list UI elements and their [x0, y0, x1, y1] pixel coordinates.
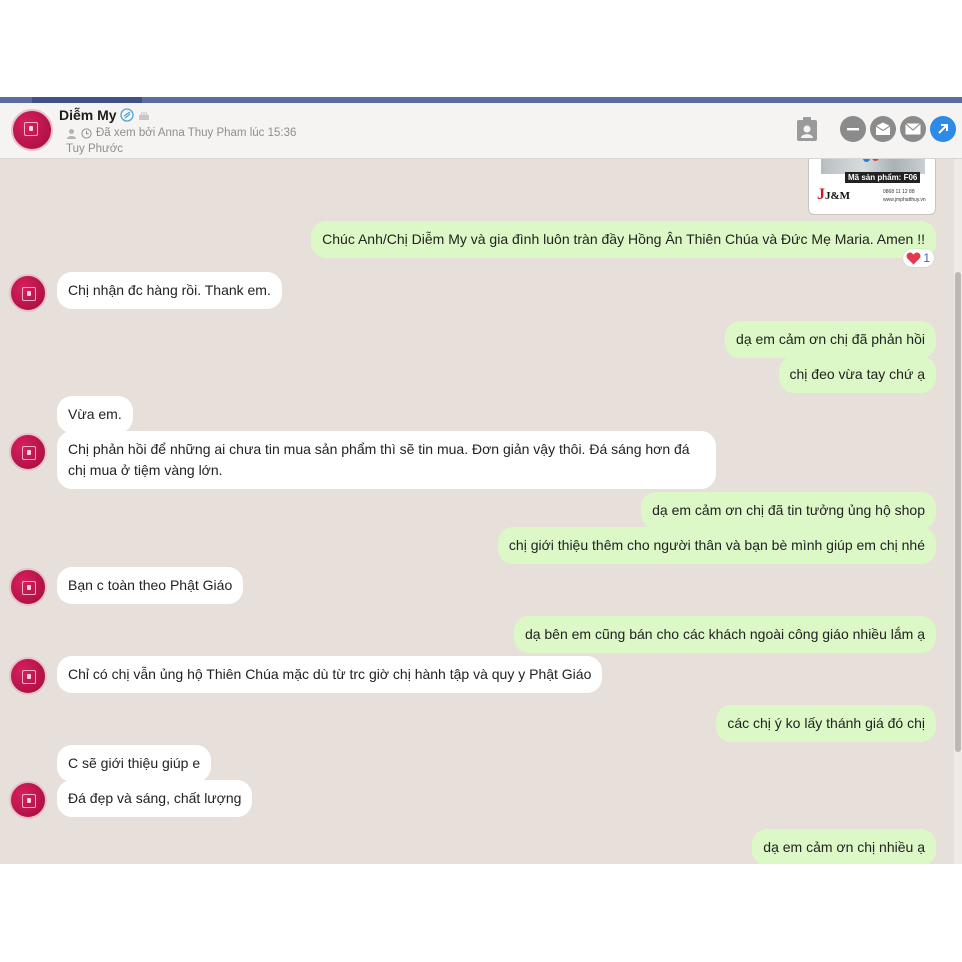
- message-bubble-incoming[interactable]: Chị nhận đc hàng rồi. Thank em.: [57, 272, 282, 309]
- header-actions: [794, 116, 956, 142]
- verified-icon: [119, 108, 134, 122]
- contact-name-row[interactable]: Diễm My: [59, 107, 150, 123]
- contact-location: Tuy Phước: [66, 143, 123, 155]
- email-icon[interactable]: [900, 116, 926, 142]
- message-bubble-incoming[interactable]: Chỉ có chị vẫn ủng hộ Thiên Chúa mặc dù …: [57, 656, 603, 693]
- contact-name[interactable]: Diễm My: [59, 107, 117, 123]
- message-bubble-outgoing[interactable]: dạ em cảm ơn chị đã phản hồi: [725, 321, 936, 358]
- birthday-cake-icon: [138, 112, 149, 120]
- message-bubble-incoming[interactable]: Bạn c toàn theo Phật Giáo: [57, 567, 244, 604]
- message-bubble-outgoing[interactable]: dạ em cảm ơn chị nhiều ạ: [752, 829, 936, 864]
- heart-icon: [906, 252, 921, 264]
- product-contact-info: 0868 11 12 88 www.jmphatthuy.vn: [883, 189, 926, 203]
- message-bubble-outgoing[interactable]: Chúc Anh/Chị Diễm My và gia đình luôn tr…: [311, 221, 936, 258]
- message-bubble-outgoing[interactable]: các chị ý ko lấy thánh giá đó chị: [716, 705, 936, 742]
- reaction-count: 1: [923, 251, 930, 265]
- seen-status: Đã xem bởi Anna Thuy Pham lúc 15:36: [66, 127, 296, 139]
- share-icon[interactable]: [930, 116, 956, 142]
- message-bubble-outgoing[interactable]: dạ bên em cũng bán cho các khách ngoài c…: [513, 616, 936, 653]
- message-reaction[interactable]: 1: [903, 249, 934, 267]
- message-bubble-outgoing[interactable]: chị đeo vừa tay chứ ạ: [778, 356, 936, 393]
- scrollbar-thumb[interactable]: [955, 272, 961, 752]
- message-icon[interactable]: [870, 116, 896, 142]
- message-list[interactable]: Mã sản phẩm: F06 JJ&M 0868 11 12 88 www.…: [0, 159, 962, 864]
- message-bubble-incoming[interactable]: Đá đẹp và sáng, chất lượng: [57, 780, 253, 817]
- chat-window: Diễm My Đã xem bởi Anna Thuy Pham lúc 15…: [0, 97, 962, 864]
- message-bubble-outgoing[interactable]: chị giới thiệu thêm cho người thân và bạ…: [497, 527, 936, 564]
- message-bubble-outgoing[interactable]: dạ em cảm ơn chị đã tin tưởng ủng hộ sho…: [641, 492, 936, 529]
- message-bubble-incoming[interactable]: C sẽ giới thiệu giúp e: [57, 745, 212, 782]
- avatar[interactable]: [9, 433, 47, 471]
- person-icon: [67, 128, 76, 139]
- product-image[interactable]: Mã sản phẩm: F06 JJ&M 0868 11 12 88 www.…: [808, 159, 936, 215]
- brand-logo: JJ&M: [817, 186, 851, 203]
- avatar[interactable]: [11, 109, 53, 151]
- clipboard-icon[interactable]: [794, 116, 820, 142]
- avatar[interactable]: [9, 781, 47, 819]
- minimize-icon[interactable]: [840, 116, 866, 142]
- avatar[interactable]: [9, 568, 47, 606]
- product-code-label: Mã sản phẩm: F06: [845, 172, 921, 183]
- avatar[interactable]: [9, 274, 47, 312]
- message-bubble-incoming[interactable]: Vừa em.: [57, 396, 133, 433]
- message-bubble-incoming[interactable]: Chị phản hồi để những ai chưa tin mua sả…: [57, 431, 716, 489]
- scrollbar[interactable]: [954, 159, 962, 864]
- clock-icon: [81, 127, 92, 139]
- avatar[interactable]: [9, 657, 47, 695]
- seen-status-text: Đã xem bởi Anna Thuy Pham lúc 15:36: [96, 127, 297, 139]
- chat-header: Diễm My Đã xem bởi Anna Thuy Pham lúc 15…: [0, 103, 962, 159]
